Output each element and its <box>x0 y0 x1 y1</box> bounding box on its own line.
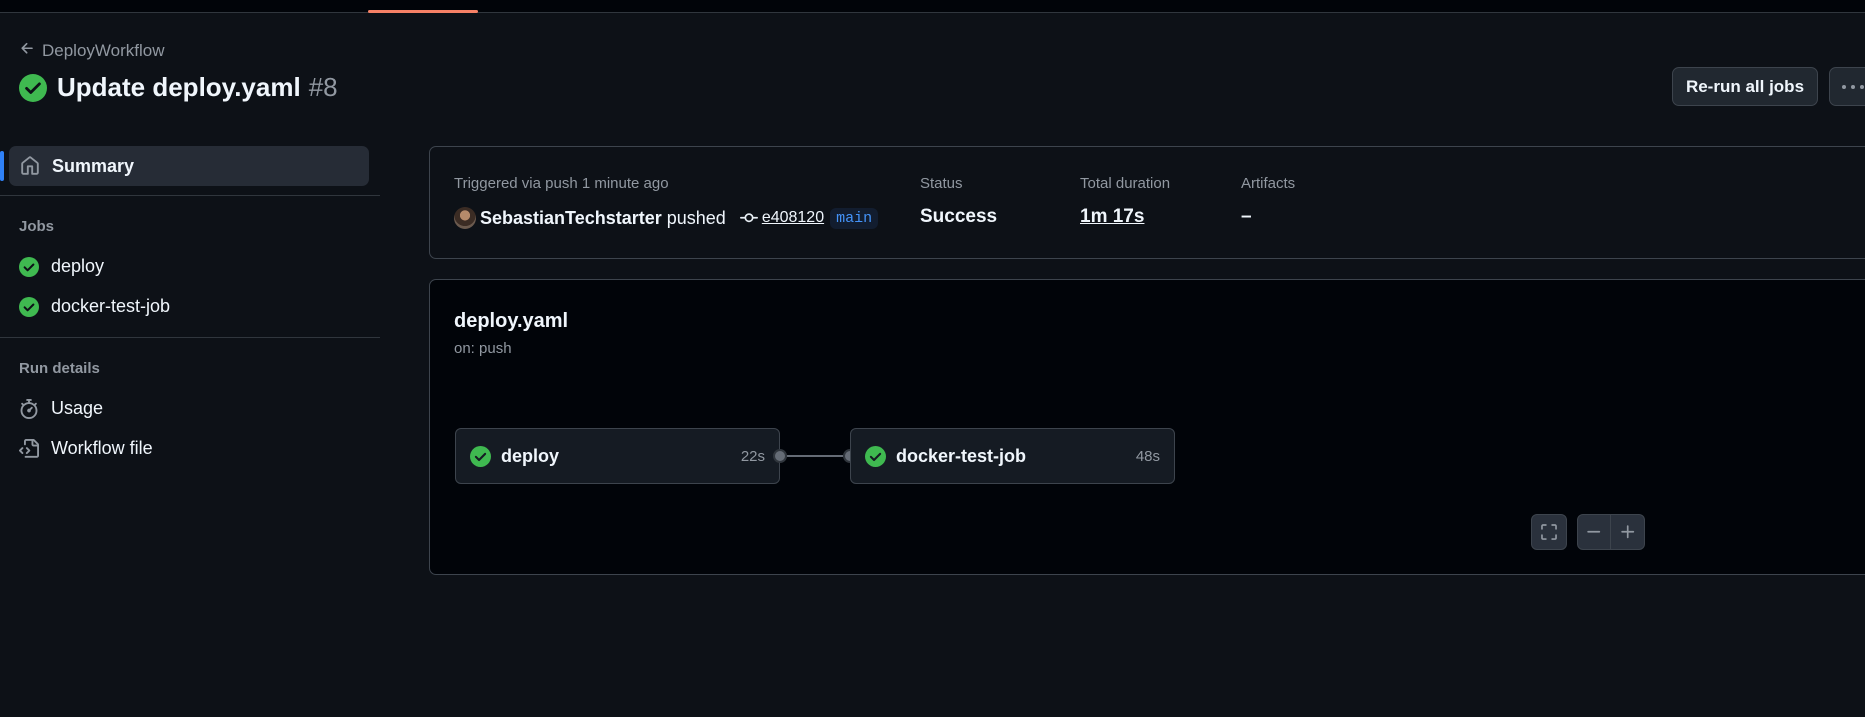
sidebar-item-label: docker-test-job <box>51 296 171 316</box>
duration-label: Total duration <box>1080 175 1171 192</box>
sidebar-item-summary[interactable]: Summary <box>9 146 369 186</box>
sidebar-item-job-deploy[interactable]: deploy <box>19 256 104 277</box>
run-summary-card: Triggered via push 1 minute ago Sebastia… <box>429 146 1865 259</box>
duration-value[interactable]: 1m 17s <box>1080 206 1144 228</box>
sidebar-item-label: deploy <box>51 256 105 276</box>
job-dependency-edge <box>787 455 843 457</box>
more-options-button[interactable] <box>1829 67 1865 106</box>
run-title-text: Update deploy.yaml <box>57 72 301 102</box>
zoom-out-button[interactable] <box>1577 514 1611 550</box>
run-number: #8 <box>308 72 338 102</box>
status-value: Success <box>920 206 998 227</box>
check-circle-icon <box>19 256 39 277</box>
sidebar-item-label: Usage <box>51 398 104 418</box>
job-node-docker-test-job[interactable]: docker-test-job 48s <box>850 428 1175 484</box>
trigger-text: Triggered via push 1 minute ago <box>454 175 669 192</box>
job-name: docker-test-job <box>896 445 1027 466</box>
git-commit-icon <box>739 213 758 223</box>
avatar[interactable] <box>454 207 476 229</box>
check-circle-icon <box>19 296 39 317</box>
artifacts-value: – <box>1241 206 1252 227</box>
sidebar-item-label: Workflow file <box>51 438 153 458</box>
arrow-left-icon <box>19 40 36 62</box>
active-item-indicator <box>0 151 4 181</box>
sidebar-item-workflow-file[interactable]: Workflow file <box>19 438 153 459</box>
file-code-icon <box>19 438 39 459</box>
sidebar-divider <box>0 195 380 196</box>
status-label: Status <box>920 175 963 192</box>
job-duration: 48s <box>1135 447 1160 465</box>
workflow-name: deploy.yaml <box>454 310 569 332</box>
home-icon <box>20 156 40 176</box>
page-title: Update deploy.yaml #8 <box>57 72 338 103</box>
branch-label[interactable]: main <box>830 207 879 229</box>
action-text: pushed <box>666 207 726 228</box>
check-circle-icon <box>19 73 47 102</box>
workflow-trigger: on: push <box>454 340 512 357</box>
workflow-graph-card: deploy.yaml on: push deploy 22s docker-t… <box>429 279 1865 575</box>
actor-link[interactable]: SebastianTechstarter <box>480 208 662 229</box>
sidebar-item-usage[interactable]: Usage <box>19 398 103 419</box>
artifacts-label: Artifacts <box>1241 175 1296 192</box>
run-details-heading: Run details <box>19 360 100 377</box>
sidebar-divider <box>0 337 380 338</box>
dash-icon <box>1587 530 1601 533</box>
sidebar-item-job-docker-test-job[interactable]: docker-test-job <box>19 296 170 317</box>
check-circle-icon <box>865 445 886 467</box>
plus-icon <box>1620 525 1634 539</box>
job-node-deploy[interactable]: deploy 22s <box>455 428 780 484</box>
kebab-horizontal-icon <box>1842 84 1846 89</box>
active-tab-indicator <box>368 10 478 13</box>
commit-link[interactable]: e408120 <box>762 209 824 227</box>
back-link-label: DeployWorkflow <box>42 41 165 60</box>
push-info: SebastianTechstarter pushed e408120 main <box>454 207 879 229</box>
output-connector <box>773 449 787 463</box>
job-duration: 22s <box>740 447 765 465</box>
check-circle-icon <box>470 445 491 467</box>
stopwatch-icon <box>19 398 39 419</box>
zoom-in-button[interactable] <box>1611 514 1645 550</box>
jobs-heading: Jobs <box>19 218 55 235</box>
rerun-all-jobs-button[interactable]: Re-run all jobs <box>1672 67 1818 106</box>
sidebar-item-label: Summary <box>52 155 135 176</box>
top-navigation-bar <box>0 0 1865 13</box>
screen-full-icon <box>1541 524 1557 540</box>
fullscreen-button[interactable] <box>1531 514 1567 550</box>
run-title: Update deploy.yaml #8 <box>19 72 338 103</box>
back-to-workflow-link[interactable]: DeployWorkflow <box>19 40 165 62</box>
job-name: deploy <box>501 445 560 466</box>
